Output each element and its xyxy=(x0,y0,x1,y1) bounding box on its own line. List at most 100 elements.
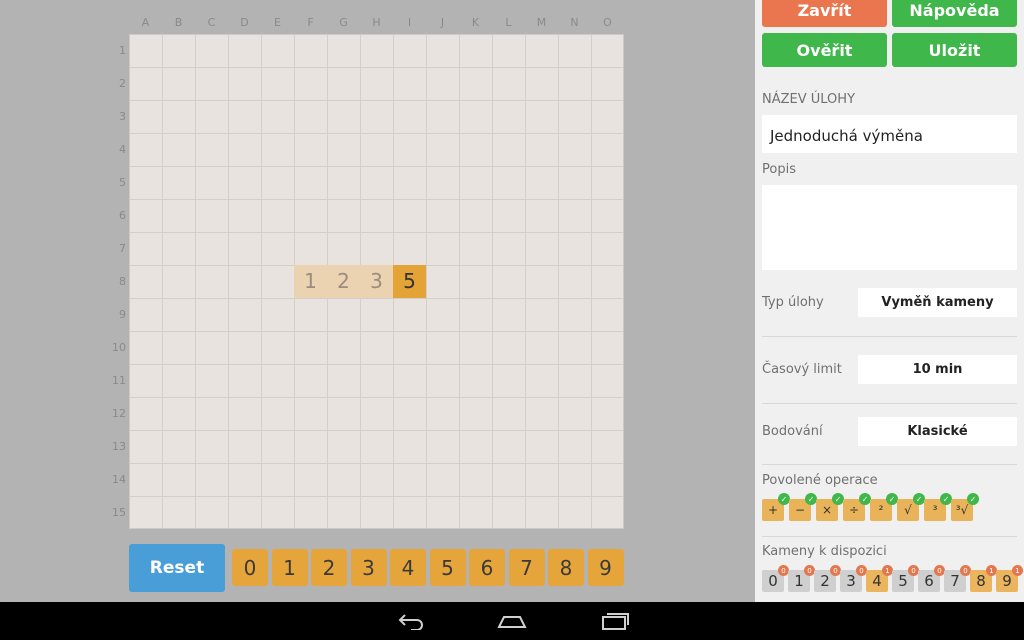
row-label: 4 xyxy=(119,143,126,156)
board-tile[interactable]: 2 xyxy=(327,265,360,298)
stone-item[interactable]: 10 xyxy=(788,565,815,592)
stone-digit: 8 xyxy=(976,572,986,590)
row-label: 11 xyxy=(112,374,126,387)
column-label: L xyxy=(505,16,512,29)
operation-toggle[interactable]: × ✓ xyxy=(816,493,844,521)
row-label: 14 xyxy=(112,473,126,486)
settings-panel: Zavřít Nápověda Ověřit Uložit NÁZEV ÚLOH… xyxy=(755,0,1024,602)
digit-button[interactable]: 8 xyxy=(548,549,584,586)
verify-button[interactable]: Ověřit xyxy=(762,33,887,67)
available-stones-label: Kameny k dispozici xyxy=(762,544,887,559)
divider xyxy=(762,464,1017,465)
operation-toggle[interactable]: ³√ ✓ xyxy=(951,493,979,521)
operation-symbol: + xyxy=(767,503,779,517)
column-label: M xyxy=(536,16,547,29)
operation-symbol: √ xyxy=(904,503,912,517)
column-label: K xyxy=(471,16,480,29)
description-label: Popis xyxy=(762,162,796,177)
board-tile[interactable]: 1 xyxy=(294,265,327,298)
game-area: ABCDEFGHIJKLMNO 1 2 3 4 5 6 7 8 9 10 11 12 13 14 15 12… xyxy=(0,0,755,602)
recent-apps-icon[interactable] xyxy=(600,610,630,632)
row-label: 5 xyxy=(119,176,126,189)
row-label: 10 xyxy=(112,341,126,354)
board-tile[interactable]: 3 xyxy=(360,265,393,298)
operation-toggle[interactable]: ÷ ✓ xyxy=(843,493,871,521)
close-button[interactable]: Zavřít xyxy=(762,0,887,27)
stone-item[interactable]: 70 xyxy=(944,565,971,592)
stone-digit: 5 xyxy=(898,572,908,590)
row-label: 7 xyxy=(119,242,126,255)
operation-symbol: ÷ xyxy=(848,503,860,517)
digit-button[interactable]: 4 xyxy=(390,549,426,586)
game-board[interactable]: 1235 xyxy=(129,34,624,529)
task-name-label: NÁZEV ÚLOHY xyxy=(762,92,856,107)
board-tile[interactable]: 5 xyxy=(393,265,426,298)
column-label: A xyxy=(141,16,150,29)
stone-item[interactable]: 20 xyxy=(814,565,841,592)
column-label: I xyxy=(407,16,412,29)
home-icon[interactable] xyxy=(497,610,527,632)
system-navbar xyxy=(0,602,1024,640)
column-label: H xyxy=(372,16,381,29)
digit-button[interactable]: 5 xyxy=(429,549,466,586)
column-label: O xyxy=(603,16,612,29)
column-label: J xyxy=(440,16,445,29)
operation-toggle[interactable]: + ✓ xyxy=(762,493,790,521)
stone-digit: 0 xyxy=(768,572,778,590)
operation-toggle[interactable]: ² ✓ xyxy=(870,493,898,521)
stone-item[interactable]: 60 xyxy=(918,565,945,592)
divider xyxy=(762,403,1017,404)
stone-digit: 4 xyxy=(872,572,882,590)
row-label: 8 xyxy=(119,275,126,288)
operation-toggle[interactable]: − ✓ xyxy=(789,493,817,521)
time-limit-select[interactable]: 10 min xyxy=(858,355,1017,384)
stone-digit: 1 xyxy=(794,572,804,590)
column-label: N xyxy=(570,16,579,29)
column-label: C xyxy=(207,16,216,29)
stone-digit: 3 xyxy=(846,572,856,590)
description-input[interactable] xyxy=(762,185,1017,270)
row-label: 9 xyxy=(119,308,126,321)
task-type-select[interactable]: Vyměň kameny xyxy=(858,288,1017,317)
digit-button[interactable]: 0 xyxy=(232,549,268,586)
stone-item[interactable]: 81 xyxy=(970,565,997,592)
operation-symbol: − xyxy=(794,503,806,517)
row-label: 13 xyxy=(112,440,126,453)
row-label: 1 xyxy=(119,44,126,57)
digit-button[interactable]: 7 xyxy=(508,549,545,586)
digit-button[interactable]: 1 xyxy=(271,549,308,586)
reset-button[interactable]: Reset xyxy=(129,544,225,592)
scoring-label: Bodování xyxy=(762,424,823,439)
column-label: D xyxy=(240,16,249,29)
stone-digit: 2 xyxy=(820,572,830,590)
time-limit-label: Časový limit xyxy=(762,362,842,377)
stone-digit: 7 xyxy=(950,572,960,590)
operation-symbol: ³ xyxy=(932,503,938,517)
check-icon: ✓ xyxy=(967,493,979,505)
scoring-select[interactable]: Klasické xyxy=(858,417,1017,446)
digit-button[interactable]: 2 xyxy=(311,549,347,586)
row-label: 12 xyxy=(112,407,126,420)
digit-button[interactable]: 3 xyxy=(350,549,387,586)
row-label: 15 xyxy=(112,506,126,519)
operation-toggle[interactable]: ³ ✓ xyxy=(924,493,952,521)
stone-item[interactable]: 00 xyxy=(762,565,789,592)
divider xyxy=(762,536,1017,537)
stone-count-badge: 1 xyxy=(1012,565,1023,576)
row-label: 2 xyxy=(119,77,126,90)
stone-item[interactable]: 50 xyxy=(892,565,919,592)
save-button[interactable]: Uložit xyxy=(892,33,1017,67)
digit-button[interactable]: 9 xyxy=(587,549,624,586)
operation-symbol: × xyxy=(821,503,833,517)
task-type-label: Typ úlohy xyxy=(762,295,824,310)
help-button[interactable]: Nápověda xyxy=(892,0,1017,27)
column-label: E xyxy=(274,16,281,29)
operation-symbol: ³√ xyxy=(955,503,969,517)
back-icon[interactable] xyxy=(396,610,426,632)
task-name-input[interactable]: Jednoduchá výměna xyxy=(762,115,1017,153)
stone-item[interactable]: 30 xyxy=(840,565,867,592)
stone-item[interactable]: 41 xyxy=(866,565,893,592)
stone-item[interactable]: 91 xyxy=(996,565,1023,592)
operation-toggle[interactable]: √ ✓ xyxy=(897,493,925,521)
digit-button[interactable]: 6 xyxy=(469,549,505,586)
